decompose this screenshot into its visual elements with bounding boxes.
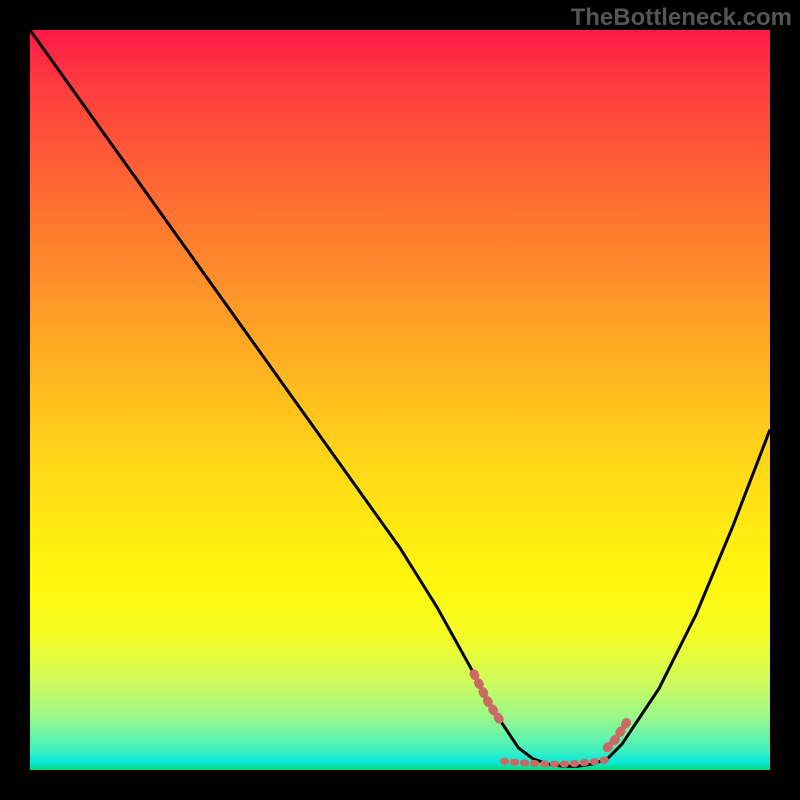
watermark-text: TheBottleneck.com <box>571 4 792 32</box>
optimal-markers <box>474 674 629 764</box>
plot-area <box>30 30 770 770</box>
bottleneck-curve <box>30 30 770 766</box>
curve-layer <box>30 30 770 770</box>
chart-container: TheBottleneck.com <box>0 0 800 800</box>
